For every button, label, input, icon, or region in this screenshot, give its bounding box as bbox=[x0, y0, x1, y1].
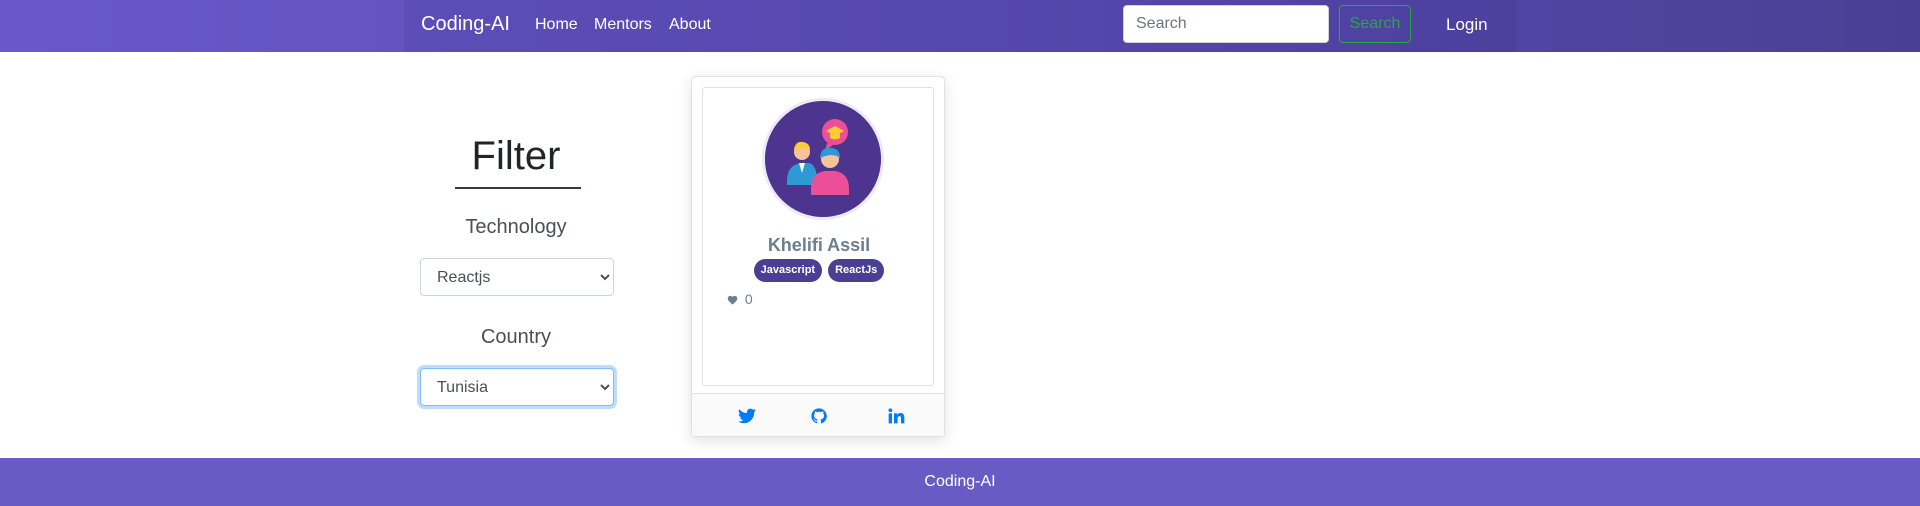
technology-badge: ReactJs bbox=[828, 259, 885, 282]
heart-icon bbox=[727, 295, 738, 305]
card-social-links bbox=[692, 393, 944, 436]
country-label: Country bbox=[480, 326, 552, 348]
search-input[interactable] bbox=[1123, 5, 1329, 43]
mentor-avatar-graphic bbox=[765, 101, 881, 217]
filter-divider bbox=[455, 187, 581, 189]
technology-select[interactable]: Reactjs bbox=[420, 258, 614, 296]
linkedin-icon[interactable] bbox=[887, 408, 905, 424]
brand-logo[interactable]: Coding-AI bbox=[421, 13, 510, 36]
navbar: Coding-AI Home Mentors About Search Logi… bbox=[0, 0, 1920, 52]
search-button[interactable]: Search bbox=[1339, 5, 1411, 43]
twitter-icon[interactable] bbox=[738, 408, 756, 424]
nav-link-home[interactable]: Home bbox=[535, 16, 578, 34]
mentor-card: Khelifi Assil Javascript ReactJs 0 bbox=[691, 76, 945, 437]
likes-count: 0 bbox=[744, 291, 753, 307]
nav-link-mentors[interactable]: Mentors bbox=[594, 16, 652, 34]
footer: Coding-AI bbox=[0, 458, 1920, 506]
nav-link-about[interactable]: About bbox=[669, 16, 711, 34]
github-icon[interactable] bbox=[810, 408, 828, 424]
mentor-card-body: Khelifi Assil Javascript ReactJs 0 bbox=[702, 87, 934, 386]
mentor-avatar-icon bbox=[762, 98, 884, 220]
login-link[interactable]: Login bbox=[1446, 15, 1488, 35]
technology-badges: Javascript ReactJs bbox=[703, 259, 935, 282]
navbar-container: Coding-AI Home Mentors About Search Logi… bbox=[404, 0, 1516, 52]
filter-panel: Filter Technology Reactjs Country Tunisi… bbox=[416, 52, 616, 452]
likes-counter: 0 bbox=[727, 291, 753, 307]
country-select[interactable]: Tunisia bbox=[420, 368, 614, 406]
technology-label: Technology bbox=[465, 216, 567, 238]
mentor-name[interactable]: Khelifi Assil bbox=[703, 235, 935, 256]
footer-brand: Coding-AI bbox=[924, 473, 996, 490]
technology-badge: Javascript bbox=[753, 259, 823, 282]
filter-title: Filter bbox=[471, 134, 561, 178]
